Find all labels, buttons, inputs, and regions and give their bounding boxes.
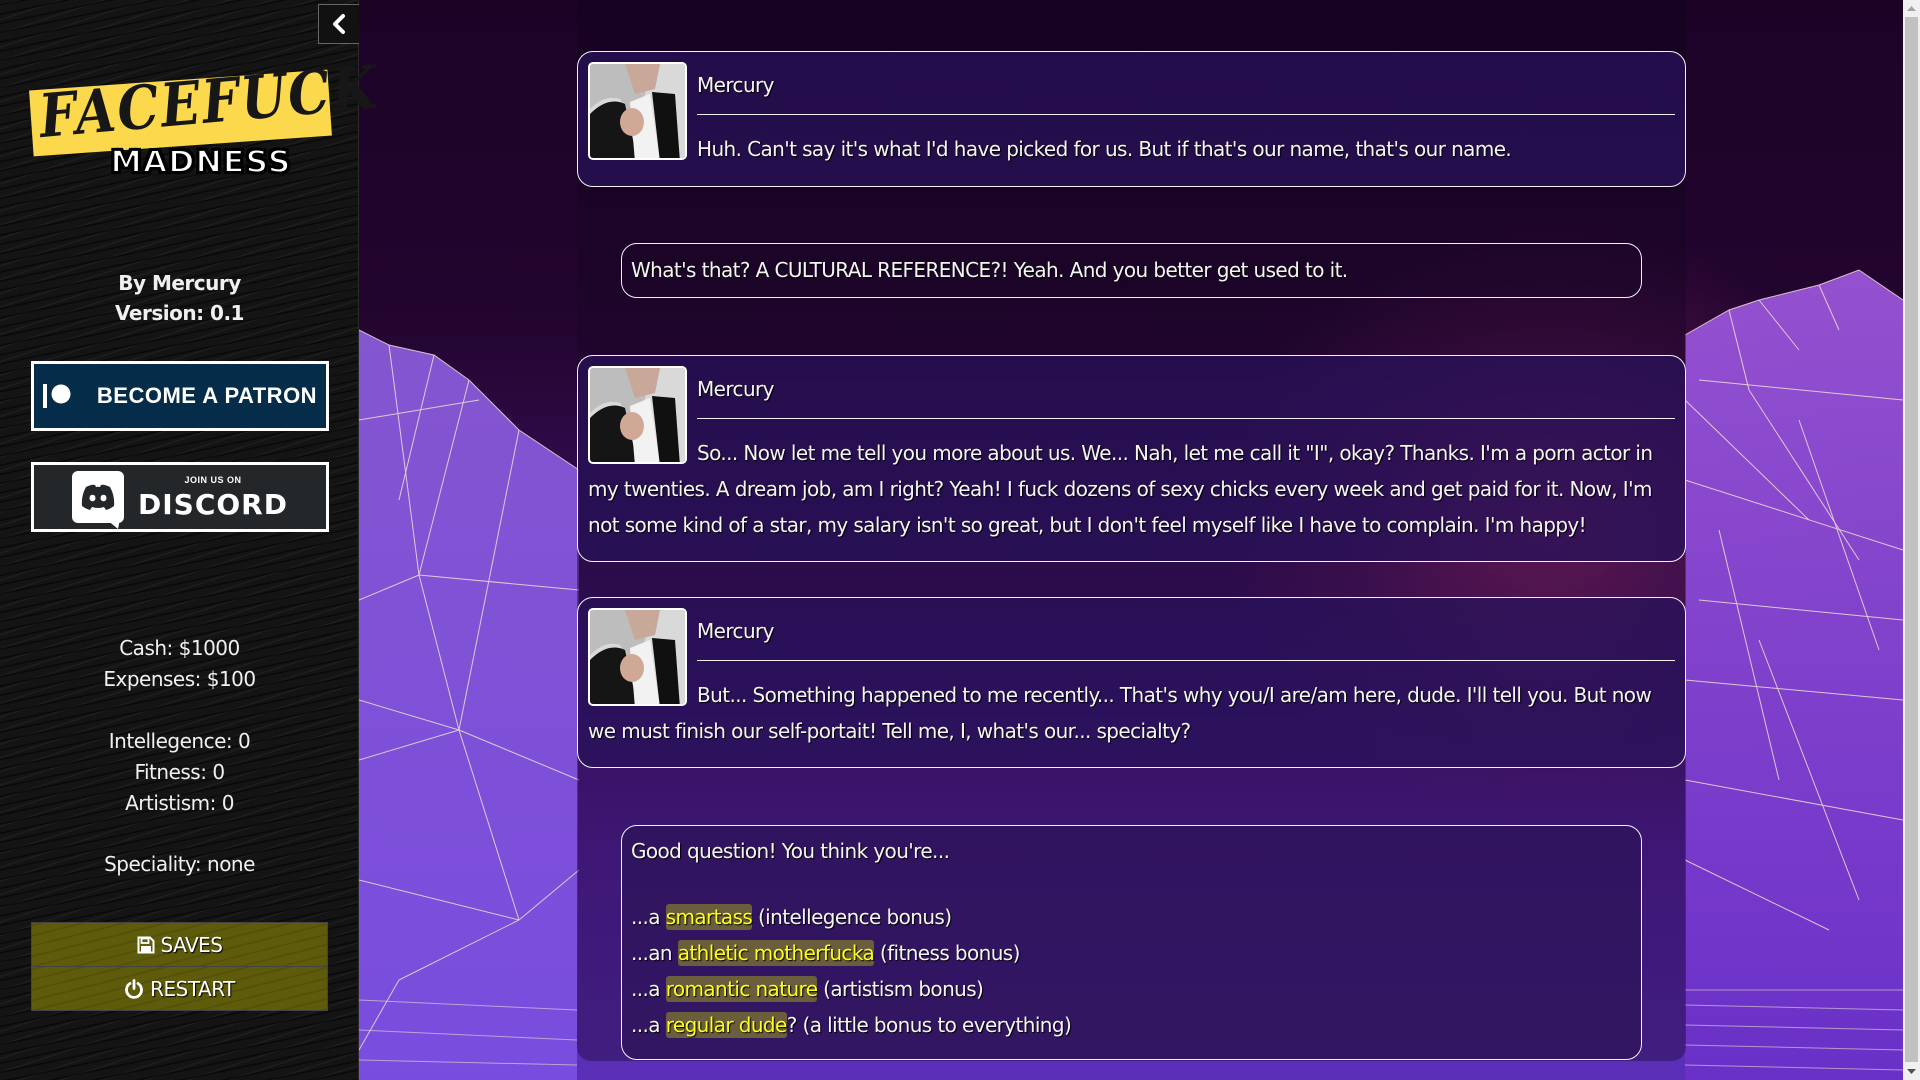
choice-link-romantic-nature[interactable]: romantic nature: [665, 976, 818, 1002]
choice-option: ...a regular dude? (a little bonus to ev…: [631, 1007, 1632, 1043]
sidebar: FACEFUCK MADNESS By Mercury Version: 0.1…: [0, 0, 381, 1080]
choice-link-smartass[interactable]: smartass: [665, 904, 753, 930]
speaker-name: Mercury: [697, 619, 774, 643]
choice-suffix: (fitness bonus): [874, 941, 1021, 965]
discord-big-label: DISCORD: [138, 487, 288, 521]
portrait-image: [590, 64, 685, 158]
message-text: But... Something happened to me recently…: [588, 683, 1652, 743]
scroll-down-arrow-icon[interactable]: [1903, 1063, 1920, 1080]
choice-link-athletic-motherfucka[interactable]: athletic motherfucka: [677, 940, 875, 966]
choice-box: Good question! You think you're... ...a …: [621, 825, 1642, 1060]
discord-label: JOIN US ON DISCORD: [138, 474, 288, 521]
message-text: Huh. Can't say it's what I'd have picked…: [697, 137, 1512, 161]
choice-prefix: ...an: [631, 941, 678, 965]
floppy-disk-icon: [137, 936, 154, 953]
game-logo: FACEFUCK MADNESS: [29, 53, 381, 181]
speech-message: Mercury But... Something happened to me …: [577, 597, 1686, 768]
speaker-name: Mercury: [697, 73, 774, 97]
speaker-avatar: [588, 366, 687, 464]
message-text: So... Now let me tell you more about us.…: [588, 441, 1653, 537]
choice-suffix: (intellegence bonus): [752, 905, 952, 929]
speech-message: Mercury Huh. Can't say it's what I'd hav…: [577, 51, 1686, 187]
expenses-stat: Expenses: $100: [103, 667, 256, 691]
intellegence-stat: Intellegence: 0: [108, 729, 251, 753]
scrollbar-thumb[interactable]: [1905, 17, 1918, 1062]
power-icon: [125, 978, 143, 999]
saves-button[interactable]: SAVES: [31, 922, 328, 967]
story-passage: Mercury Huh. Can't say it's what I'd hav…: [577, 0, 1686, 1061]
restart-label: RESTART: [150, 976, 235, 1001]
scroll-up-arrow-icon[interactable]: [1903, 0, 1920, 17]
discord-small-label: JOIN US ON: [184, 474, 242, 485]
portrait-image: [590, 610, 685, 704]
speaker-avatar: [588, 62, 687, 160]
choice-prefix: ...a: [631, 977, 666, 1001]
cash-stat: Cash: $1000: [119, 636, 240, 660]
fitness-stat: Fitness: 0: [134, 760, 225, 784]
speciality-stat: Speciality: none: [104, 852, 255, 876]
choice-prefix: ...a: [631, 1013, 666, 1037]
restart-button[interactable]: RESTART: [31, 966, 328, 1011]
join-discord-button[interactable]: JOIN US ON DISCORD: [31, 462, 329, 532]
choice-suffix: ? (a little bonus to everything): [786, 1013, 1072, 1037]
choice-prefix: ...a: [631, 905, 666, 929]
patreon-label: BECOME A PATRON: [96, 383, 318, 408]
collapse-sidebar-button[interactable]: [318, 4, 359, 44]
credits: By Mercury Version: 0.1: [0, 268, 359, 328]
speaker-avatar: [588, 608, 687, 706]
saves-label: SAVES: [160, 932, 223, 957]
attribute-stats: Intellegence: 0 Fitness: 0 Artistism: 0: [0, 726, 359, 819]
vertical-scrollbar[interactable]: [1903, 0, 1920, 1080]
choice-suffix: (artistism bonus): [817, 977, 984, 1001]
logo-subtitle: MADNESS: [109, 144, 292, 181]
artistism-stat: Artistism: 0: [125, 791, 234, 815]
patreon-icon: [42, 383, 73, 409]
become-a-patron-button[interactable]: BECOME A PATRON: [31, 361, 329, 431]
discord-icon: [72, 471, 124, 529]
choice-option: ...a smartass (intellegence bonus): [631, 899, 1632, 935]
choice-option: ...a romantic nature (artistism bonus): [631, 971, 1632, 1007]
choice-prompt: Good question! You think you're...: [631, 839, 950, 863]
money-stats: Cash: $1000 Expenses: $100: [0, 633, 359, 695]
speech-message: Mercury So... Now let me tell you more a…: [577, 355, 1686, 562]
choice-link-regular-dude[interactable]: regular dude: [665, 1012, 787, 1038]
version-label: Version: 0.1: [115, 301, 244, 325]
portrait-image: [590, 368, 685, 462]
chevron-left-icon: [333, 14, 345, 34]
choice-option: ...an athletic motherfucka (fitness bonu…: [631, 935, 1632, 971]
speaker-name: Mercury: [697, 377, 774, 401]
narration-text: What's that? A CULTURAL REFERENCE?! Yeah…: [621, 243, 1642, 298]
author-label: By Mercury: [118, 271, 241, 295]
